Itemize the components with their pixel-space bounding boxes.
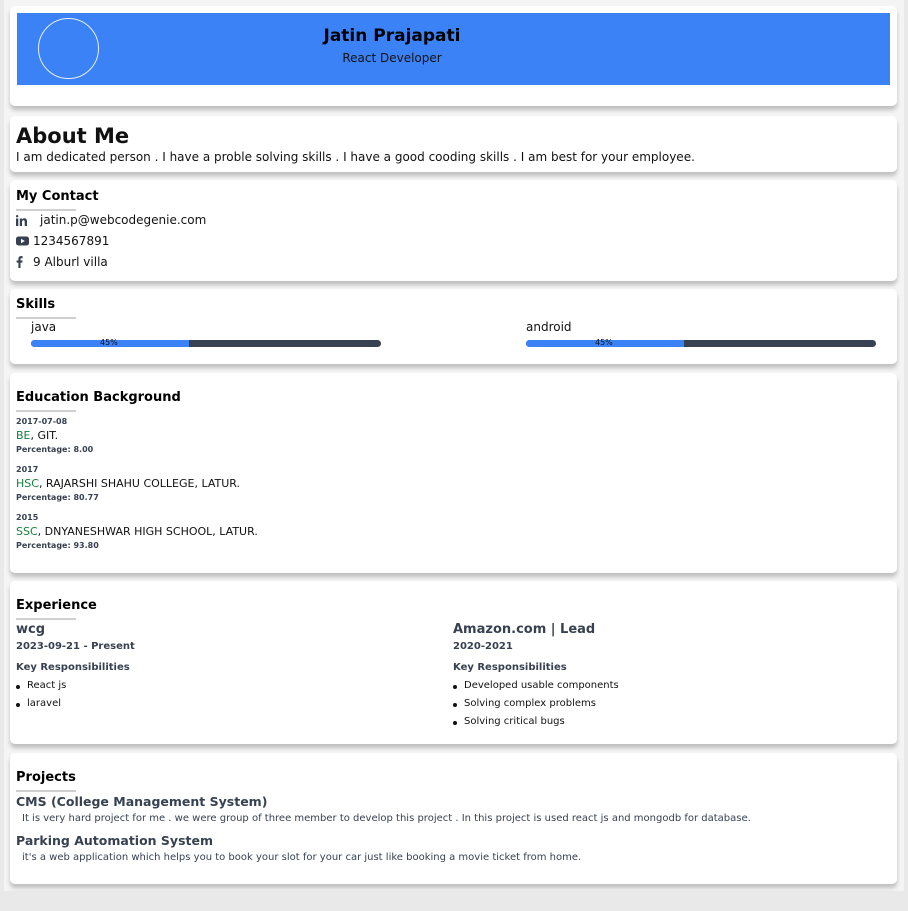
education-school: , DNYANESHWAR HIGH SCHOOL, LATUR. xyxy=(37,525,258,538)
skill-name: android xyxy=(526,320,572,334)
resume-page: Jatin Prajapati React Developer About Me… xyxy=(4,0,904,891)
contact-text: jatin.p@webcodegenie.com xyxy=(40,213,207,227)
education-degree-line: BE, GIT. xyxy=(16,429,58,442)
list-item: laravel xyxy=(16,698,66,716)
skill-progress-bar xyxy=(526,340,876,347)
profile-name: Jatin Prajapati xyxy=(323,26,461,46)
contact-title: My Contact xyxy=(16,189,99,211)
education-degree: HSC xyxy=(16,477,39,490)
experience-period: 2020-2021 xyxy=(453,641,513,652)
profile-role: React Developer xyxy=(342,51,442,65)
contact-text: 9 Alburl villa xyxy=(33,255,108,269)
profile-banner: Jatin Prajapati React Developer xyxy=(17,13,890,85)
list-item: Developed usable components xyxy=(453,680,619,698)
education-title: Education Background xyxy=(16,390,181,412)
education-percentage: Percentage: 93.80 xyxy=(16,541,99,550)
project-name: CMS (College Management System) xyxy=(16,794,268,809)
skill-name: java xyxy=(31,320,57,334)
education-degree-line: HSC, RAJARSHI SHAHU COLLEGE, LATUR. xyxy=(16,477,240,490)
project-description: it's a web application which helps you t… xyxy=(22,852,582,863)
projects-card: Projects CMS (College Management System)… xyxy=(10,753,897,884)
list-item: Solving complex problems xyxy=(453,698,619,716)
experience-card: Experience wcg 2023-09-21 - Present Key … xyxy=(10,581,897,744)
contact-item: 9 Alburl villa xyxy=(16,255,108,269)
experience-company: Amazon.com | Lead xyxy=(453,622,596,637)
skill-percent-label: 45% xyxy=(595,338,613,347)
project-description: It is very hard project for me . we were… xyxy=(22,813,751,824)
skill-progress-bar xyxy=(31,340,381,347)
education-date: 2015 xyxy=(16,513,39,522)
linkedin-icon[interactable] xyxy=(16,214,40,226)
experience-responsibilities-label: Key Responsibilities xyxy=(453,662,567,673)
education-degree: BE xyxy=(16,429,31,442)
skills-card: Skills java 45% android 45% xyxy=(10,289,897,364)
skill-percent-label: 45% xyxy=(100,338,118,347)
list-item: React js xyxy=(16,680,66,698)
education-date: 2017 xyxy=(16,465,39,474)
skills-title: Skills xyxy=(16,297,77,319)
facebook-icon[interactable] xyxy=(16,256,33,268)
profile-header-card: Jatin Prajapati React Developer xyxy=(10,6,897,106)
about-card: About Me I am dedicated person . I have … xyxy=(10,116,897,172)
contact-text: 1234567891 xyxy=(33,234,110,248)
experience-responsibilities-label: Key Responsibilities xyxy=(16,662,130,673)
experience-period: 2023-09-21 - Present xyxy=(16,641,135,652)
contact-card: My Contact jatin.p@webcodegenie.com 1234… xyxy=(10,180,897,281)
list-item: Solving critical bugs xyxy=(453,716,619,734)
education-percentage: Percentage: 8.00 xyxy=(16,445,94,454)
experience-company: wcg xyxy=(16,622,46,637)
education-degree: SSC xyxy=(16,525,38,538)
contact-item: 1234567891 xyxy=(16,234,109,248)
projects-title: Projects xyxy=(16,770,76,792)
education-school: , GIT. xyxy=(30,429,59,442)
experience-responsibilities-list: React js laravel xyxy=(16,680,66,716)
experience-responsibilities-list: Developed usable components Solving comp… xyxy=(453,680,619,734)
about-title: About Me xyxy=(16,124,130,148)
youtube-icon[interactable] xyxy=(16,236,33,246)
education-date: 2017-07-08 xyxy=(16,417,68,426)
contact-item: jatin.p@webcodegenie.com xyxy=(16,213,206,227)
education-card: Education Background 2017-07-08 BE, GIT.… xyxy=(10,373,897,573)
about-text: I am dedicated person . I have a proble … xyxy=(16,150,695,164)
project-name: Parking Automation System xyxy=(16,833,213,848)
education-degree-line: SSC, DNYANESHWAR HIGH SCHOOL, LATUR. xyxy=(16,525,258,538)
experience-title: Experience xyxy=(16,598,97,620)
education-percentage: Percentage: 80.77 xyxy=(16,493,99,502)
education-school: , RAJARSHI SHAHU COLLEGE, LATUR. xyxy=(38,477,241,490)
